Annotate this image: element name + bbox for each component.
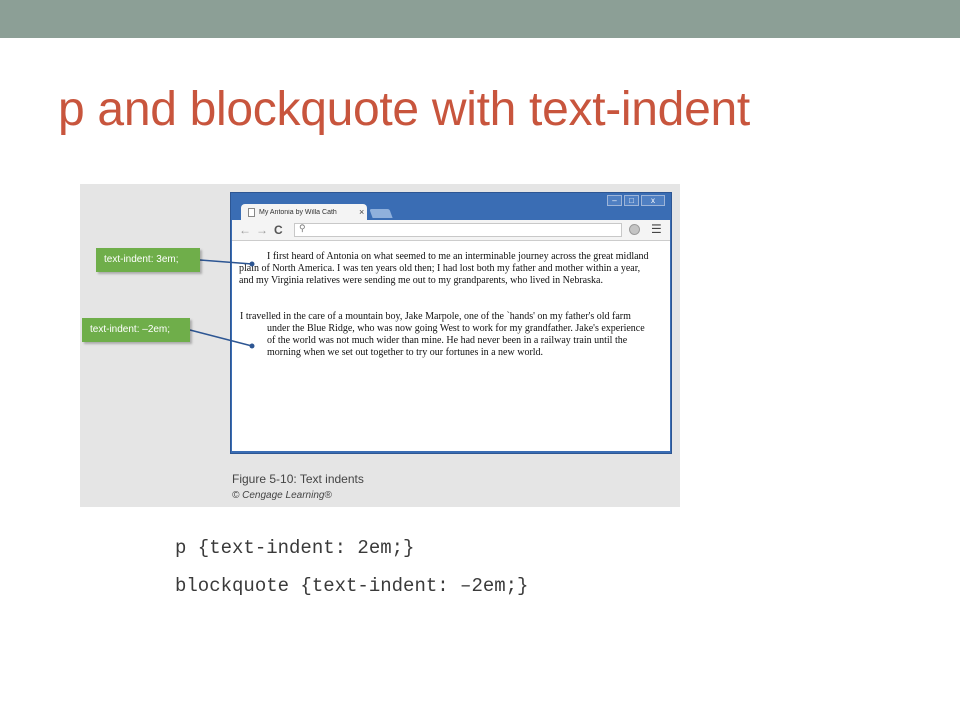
code-line-blockquote: blockquote {text-indent: –2em;} — [175, 575, 529, 597]
code-line-p: p {text-indent: 2em;} — [175, 537, 415, 559]
figure-caption: Figure 5-10: Text indents — [232, 472, 364, 486]
callout-blockquote-indent: text-indent: –2em; — [82, 318, 190, 342]
leader-dot-paragraph — [249, 261, 255, 267]
leader-line-blockquote — [189, 329, 253, 347]
slide-title: p and blockquote with text-indent — [58, 83, 750, 136]
figure-screenshot: – □ x My Antonia by Willa Cath × ← → C ⚲… — [80, 184, 680, 507]
callout-leader-lines — [189, 259, 255, 349]
callout-paragraph-indent: text-indent: 3em; — [96, 248, 200, 272]
leader-dot-blockquote — [249, 343, 255, 349]
figure-credit: © Cengage Learning® — [232, 490, 332, 501]
leader-line-paragraph — [199, 259, 253, 265]
top-accent-bar — [0, 0, 960, 38]
